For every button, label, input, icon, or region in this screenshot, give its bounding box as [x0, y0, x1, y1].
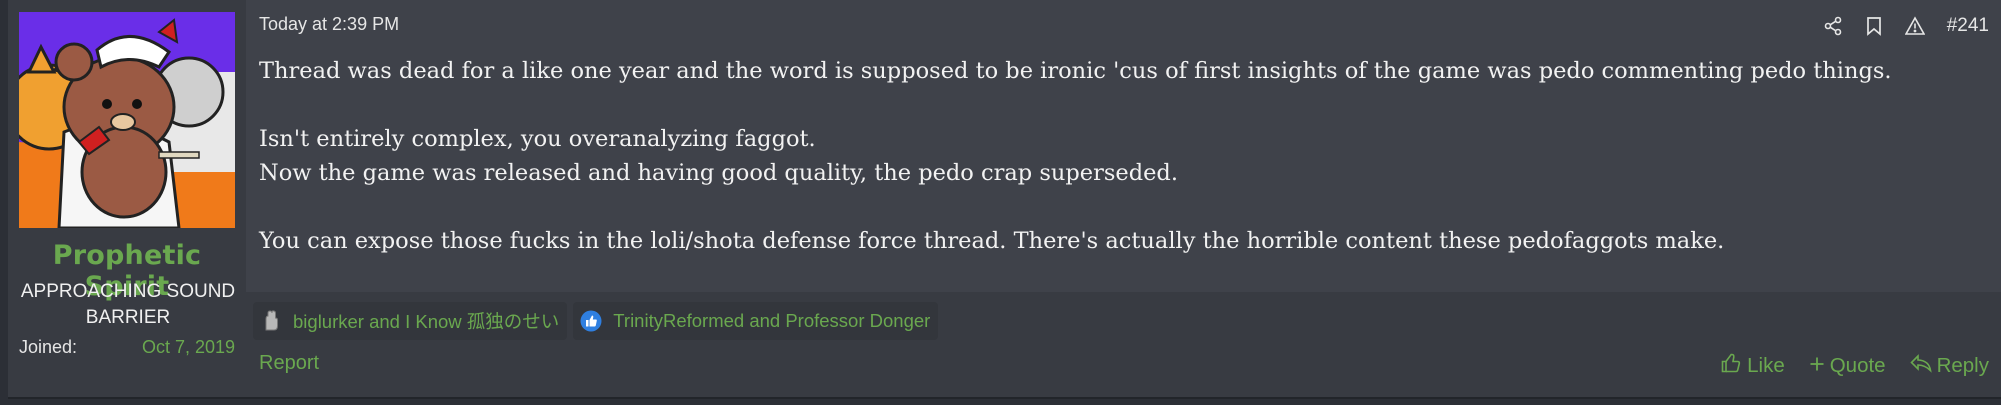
message-line: Now the game was released and having goo… [259, 160, 1178, 186]
warning-report-icon[interactable] [1904, 16, 1925, 36]
post-body: Today at 2:39 PM #241 Thread was dead fo… [246, 0, 2001, 292]
plus-icon [1809, 354, 1825, 378]
reply-arrow-icon [1909, 353, 1932, 379]
message-line: Thread was dead for a like one year and … [259, 58, 1892, 84]
thumbs-up-icon [1720, 352, 1742, 380]
joined-date: Oct 7, 2019 [141, 337, 235, 357]
message-line: You can expose those fucks in the loli/s… [259, 228, 1725, 254]
forum-post: Prophetic Spirit APPROACHING SOUND BARRI… [8, 0, 2001, 399]
post-message: Thread was dead for a like one year and … [259, 54, 1979, 258]
reaction-summary-hand[interactable]: biglurker and I Know 孤独のせい [253, 302, 568, 340]
reply-button[interactable]: Reply [1909, 353, 1989, 379]
user-title: APPROACHING SOUND BARRIER [20, 281, 236, 328]
like-icon [579, 309, 603, 333]
joined-label: Joined: [19, 337, 78, 357]
quote-button[interactable]: Quote [1809, 354, 1886, 378]
avatar[interactable] [19, 12, 235, 228]
reaction-users[interactable]: TrinityReformed and Professor Donger [613, 310, 930, 332]
post-header-actions: #241 [1823, 12, 1989, 40]
bookmark-icon[interactable] [1865, 16, 1883, 36]
report-link[interactable]: Report [259, 352, 319, 375]
reaction-users[interactable]: biglurker and I Know 孤独のせい [293, 308, 559, 334]
reply-label: Reply [1936, 354, 1989, 377]
message-line: Isn't entirely complex, you overanalyzin… [259, 126, 816, 152]
reactions-bar: biglurker and I Know 孤独のせい TrinityReform… [253, 302, 939, 340]
like-label: Like [1747, 354, 1785, 377]
post-footer-actions: Like Quote Reply [1720, 352, 1989, 380]
post-timestamp[interactable]: Today at 2:39 PM [259, 14, 399, 35]
share-icon[interactable] [1823, 16, 1843, 36]
quote-label: Quote [1829, 354, 1886, 377]
post-number[interactable]: #241 [1947, 15, 1989, 37]
avatar-image [19, 12, 235, 228]
like-button[interactable]: Like [1720, 352, 1785, 380]
gray-hand-icon [259, 309, 283, 333]
reaction-summary-like[interactable]: TrinityReformed and Professor Donger [573, 302, 939, 340]
user-panel: Prophetic Spirit APPROACHING SOUND BARRI… [8, 0, 246, 397]
